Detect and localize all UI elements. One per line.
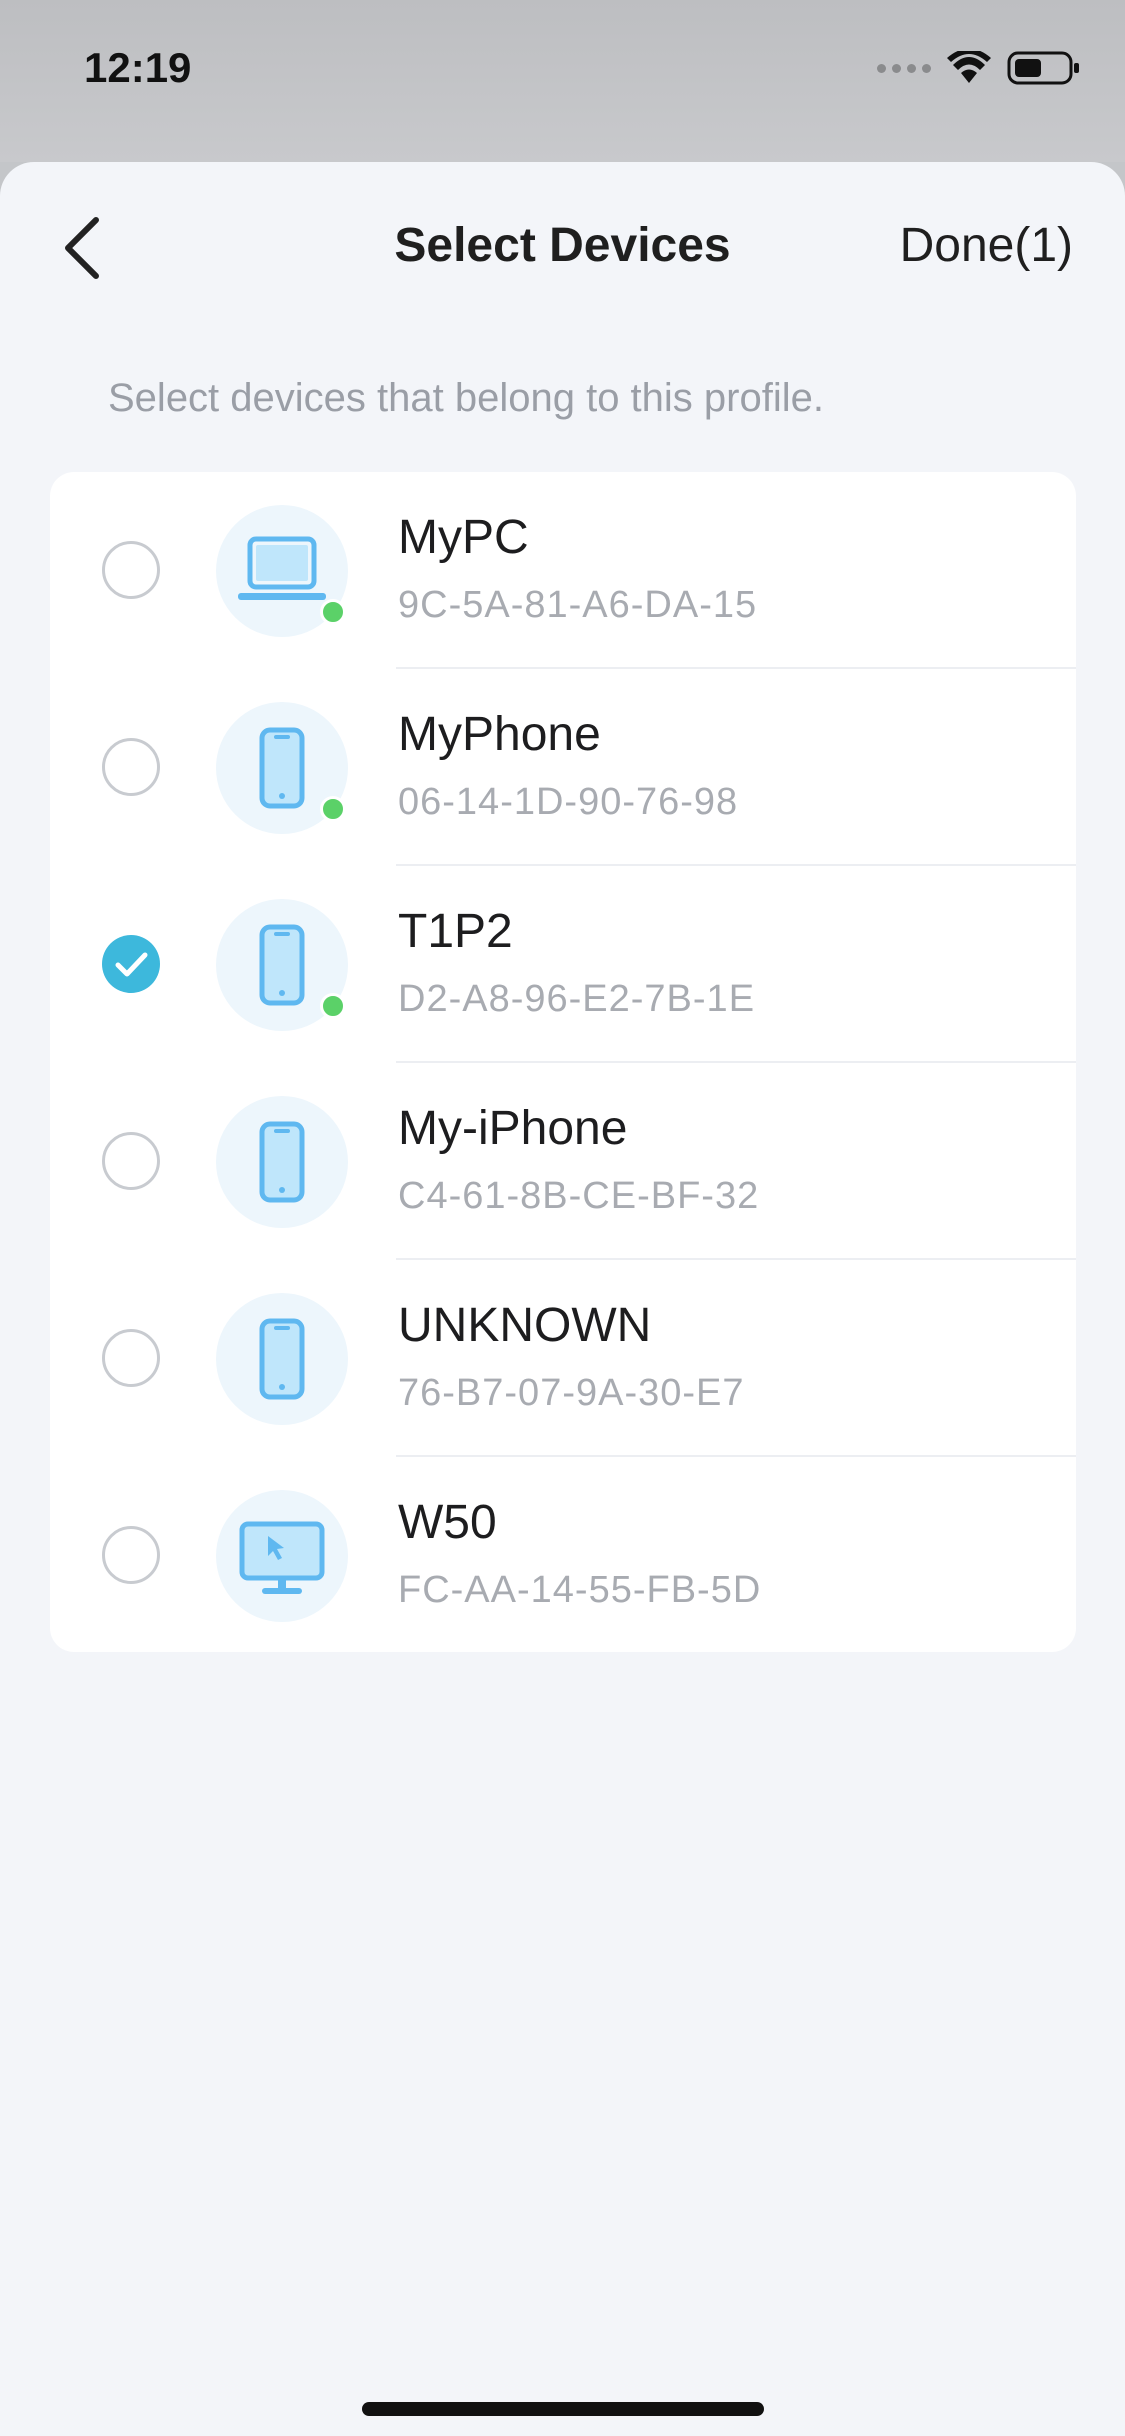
radio-unchecked[interactable]	[102, 541, 160, 599]
device-mac: C4-61-8B-CE-BF-32	[398, 1175, 760, 1217]
done-button[interactable]: Done(1)	[900, 218, 1073, 273]
device-row[interactable]: MyPC 9C-5A-81-A6-DA-15	[50, 472, 1076, 669]
battery-icon	[1007, 51, 1079, 85]
radio-unchecked[interactable]	[102, 1526, 160, 1584]
device-mac: 9C-5A-81-A6-DA-15	[398, 584, 758, 626]
checkmark-icon	[115, 952, 148, 977]
phone-icon	[259, 1318, 305, 1400]
radio-unchecked[interactable]	[102, 1329, 160, 1387]
device-name: T1P2	[398, 905, 513, 958]
status-icons	[877, 50, 1081, 86]
wifi-icon	[947, 51, 991, 83]
online-status-dot	[320, 796, 346, 822]
status-bar: 12:19	[0, 0, 1125, 162]
radio-checked[interactable]	[102, 935, 160, 993]
device-mac: FC-AA-14-55-FB-5D	[398, 1569, 762, 1611]
device-avatar	[216, 1490, 348, 1622]
device-mac: 76-B7-07-9A-30-E7	[398, 1372, 745, 1414]
nav-bar: Select Devices Done(1)	[0, 162, 1125, 332]
device-name: MyPhone	[398, 708, 601, 761]
hint-text: Select devices that belong to this profi…	[108, 376, 824, 420]
device-list: MyPC 9C-5A-81-A6-DA-15 MyPhone 06-14-1D-…	[50, 472, 1076, 1652]
device-name: MyPC	[398, 511, 529, 564]
device-name: My-iPhone	[398, 1102, 628, 1155]
device-mac: 06-14-1D-90-76-98	[398, 781, 739, 823]
device-row[interactable]: W50 FC-AA-14-55-FB-5D	[50, 1457, 1076, 1652]
radio-unchecked[interactable]	[102, 1132, 160, 1190]
device-avatar	[216, 899, 348, 1031]
device-row[interactable]: MyPhone 06-14-1D-90-76-98	[50, 669, 1076, 866]
device-avatar	[216, 1293, 348, 1425]
monitor-icon	[239, 1521, 325, 1594]
home-indicator[interactable]	[362, 2402, 764, 2416]
online-status-dot	[320, 599, 346, 625]
cellular-signal-icon	[877, 63, 931, 73]
device-row[interactable]: My-iPhone C4-61-8B-CE-BF-32	[50, 1063, 1076, 1260]
online-status-dot	[320, 993, 346, 1019]
status-time: 12:19	[84, 44, 192, 91]
device-row[interactable]: UNKNOWN 76-B7-07-9A-30-E7	[50, 1260, 1076, 1457]
device-name: UNKNOWN	[398, 1299, 652, 1352]
phone-icon	[259, 1121, 305, 1203]
device-row[interactable]: T1P2 D2-A8-96-E2-7B-1E	[50, 866, 1076, 1063]
select-devices-sheet: Select Devices Done(1) Select devices th…	[0, 162, 1125, 2436]
device-avatar	[216, 702, 348, 834]
device-avatar	[216, 1096, 348, 1228]
device-avatar	[216, 505, 348, 637]
device-name: W50	[398, 1496, 497, 1549]
device-mac: D2-A8-96-E2-7B-1E	[398, 978, 756, 1020]
radio-unchecked[interactable]	[102, 738, 160, 796]
